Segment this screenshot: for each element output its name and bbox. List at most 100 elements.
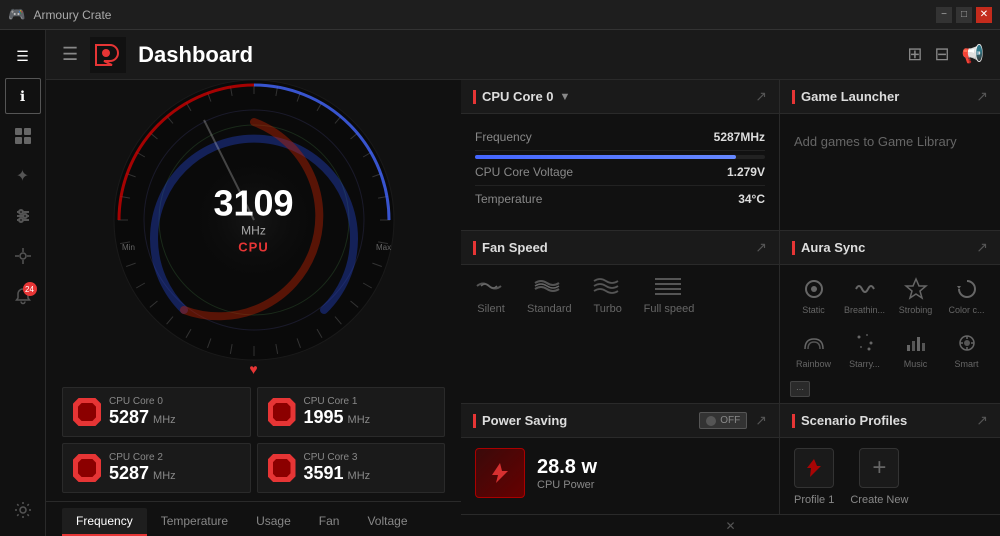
- fan-mode-silent[interactable]: Silent: [475, 275, 507, 315]
- svg-text:Max: Max: [376, 243, 391, 252]
- rog-power-icon: [486, 459, 514, 487]
- menu-button[interactable]: ☰: [62, 44, 78, 65]
- sidebar-item-tools[interactable]: [5, 238, 41, 274]
- gauge-center: 3109 MHz CPU: [213, 185, 293, 254]
- sidebar-item-light[interactable]: ✦: [5, 158, 41, 194]
- profile-rog-icon: [803, 457, 825, 479]
- grid-icon[interactable]: ⊟: [934, 44, 949, 65]
- maximize-button[interactable]: □: [956, 7, 972, 23]
- tab-usage[interactable]: Usage: [242, 508, 305, 536]
- cpu-stats: Frequency 5287MHz CPU Core Voltage 1.279…: [461, 114, 779, 222]
- sidebar-item-dashboard[interactable]: ☰: [5, 38, 41, 74]
- game-launcher-section: Game Launcher ↗ Add games to Game Librar…: [780, 80, 1000, 230]
- close-button[interactable]: ✕: [976, 7, 992, 23]
- scenario-expand[interactable]: ↗: [976, 412, 988, 429]
- core-unit-3: MHz: [348, 470, 371, 482]
- temp-value: 34°C: [738, 192, 765, 206]
- fan-mode-turbo[interactable]: Turbo: [592, 275, 624, 315]
- rog-logo: [90, 37, 126, 73]
- aura-extra-row: ···: [780, 381, 1000, 403]
- power-value: 28.8 w: [537, 456, 597, 479]
- aura-item-rainbow[interactable]: Rainbow: [790, 327, 837, 373]
- sidebar-item-info[interactable]: ℹ: [5, 78, 41, 114]
- aura-dots-icon[interactable]: ···: [790, 381, 810, 397]
- profile-1-icon: [794, 448, 834, 488]
- fan-modes: Silent Standard: [461, 265, 779, 325]
- sidebar-item-settings-bottom[interactable]: [5, 492, 41, 528]
- app-title: Armoury Crate: [33, 8, 111, 22]
- fan-silent-icon: [475, 275, 507, 297]
- aura-rainbow-icon: [802, 331, 826, 355]
- voltage-label: CPU Core Voltage: [475, 165, 573, 179]
- cpu-dropdown-arrow[interactable]: ▼: [560, 91, 571, 103]
- scenario-title: Scenario Profiles: [801, 413, 907, 428]
- tab-voltage[interactable]: Voltage: [353, 508, 421, 536]
- core-unit-2: MHz: [153, 470, 176, 482]
- freq-value: 5287MHz: [714, 130, 765, 144]
- cpu-section-expand[interactable]: ↗: [755, 88, 767, 105]
- aura-breathing-label: Breathin...: [844, 305, 885, 315]
- core-name-1: CPU Core 1: [304, 396, 435, 407]
- core-freq-2: 5287: [109, 463, 149, 484]
- create-new-icon: +: [859, 448, 899, 488]
- aura-item-static[interactable]: Static: [790, 273, 837, 319]
- fan-turbo-label: Turbo: [593, 303, 621, 315]
- aura-item-breathing[interactable]: Breathin...: [841, 273, 888, 319]
- power-saving-toggle[interactable]: OFF: [699, 412, 747, 429]
- core-icon-2: [73, 454, 101, 482]
- aura-item-color-cycle[interactable]: Color c...: [943, 273, 990, 319]
- aura-item-starry[interactable]: Starry...: [841, 327, 888, 373]
- grid-list-icon[interactable]: ⊞: [907, 44, 922, 65]
- tab-temperature[interactable]: Temperature: [147, 508, 242, 536]
- bottom-bar: ✕: [461, 514, 1000, 536]
- game-launcher-title: Game Launcher: [801, 89, 899, 104]
- core-name-3: CPU Core 3: [304, 452, 435, 463]
- power-saving-header: Power Saving OFF ↗: [461, 404, 779, 438]
- game-launcher-expand[interactable]: ↗: [976, 88, 988, 105]
- header: ☰ Dashboard ⊞ ⊟ 📢: [46, 30, 1000, 80]
- profile-item-1[interactable]: Profile 1: [794, 448, 834, 506]
- game-launcher-header: Game Launcher ↗: [780, 80, 1000, 114]
- speaker-icon[interactable]: 📢: [962, 44, 984, 65]
- power-saving-expand[interactable]: ↗: [755, 412, 767, 429]
- aura-item-strobing[interactable]: Strobing: [892, 273, 939, 319]
- aura-static-icon: [802, 277, 826, 301]
- aura-sync-section: Aura Sync ↗ Static: [780, 231, 1000, 403]
- temp-label: Temperature: [475, 192, 542, 206]
- core-card-2: CPU Core 2 5287 MHz: [62, 443, 251, 493]
- profile-create-new[interactable]: + Create New: [850, 448, 908, 506]
- bottom-close-button[interactable]: ✕: [725, 519, 735, 533]
- tab-fan[interactable]: Fan: [305, 508, 354, 536]
- minimize-button[interactable]: −: [936, 7, 952, 23]
- core-freq-1: 1995: [304, 407, 344, 428]
- sidebar-item-sliders[interactable]: [5, 198, 41, 234]
- right-middle: Fan Speed ↗ Silent: [461, 231, 1000, 404]
- sidebar-item-device[interactable]: [5, 118, 41, 154]
- power-saving-section: Power Saving OFF ↗: [461, 404, 780, 514]
- aura-color-label: Color c...: [948, 305, 984, 315]
- tab-frequency[interactable]: Frequency: [62, 508, 147, 536]
- aura-sync-title: Aura Sync: [801, 240, 865, 255]
- stat-row-temperature: Temperature 34°C: [475, 186, 765, 212]
- sidebar-item-notification[interactable]: 24: [5, 278, 41, 314]
- sidebar: ☰ ℹ ✦ 24: [0, 30, 46, 536]
- power-label: CPU Power: [537, 479, 597, 491]
- voltage-value: 1.279V: [727, 165, 765, 179]
- left-panel: Min Max 3109 MHz CPU ♥: [46, 80, 461, 536]
- aura-item-smart[interactable]: Smart: [943, 327, 990, 373]
- fan-speed-expand[interactable]: ↗: [755, 239, 767, 256]
- aura-strobing-label: Strobing: [899, 305, 933, 315]
- core-freq-3: 3591: [304, 463, 344, 484]
- power-icon: [475, 448, 525, 498]
- power-saving-title: Power Saving: [482, 413, 567, 428]
- fan-mode-full[interactable]: Full speed: [644, 275, 695, 315]
- power-info: 28.8 w CPU Power: [537, 456, 597, 491]
- notification-badge: 24: [23, 282, 37, 296]
- aura-item-music[interactable]: Music: [892, 327, 939, 373]
- section-bar: [473, 90, 476, 104]
- power-section-bar: [473, 414, 476, 428]
- scenario-body: Profile 1 + Create New: [780, 438, 1000, 516]
- fan-speed-title: Fan Speed: [482, 240, 548, 255]
- fan-mode-standard[interactable]: Standard: [527, 275, 572, 315]
- aura-sync-expand[interactable]: ↗: [976, 239, 988, 256]
